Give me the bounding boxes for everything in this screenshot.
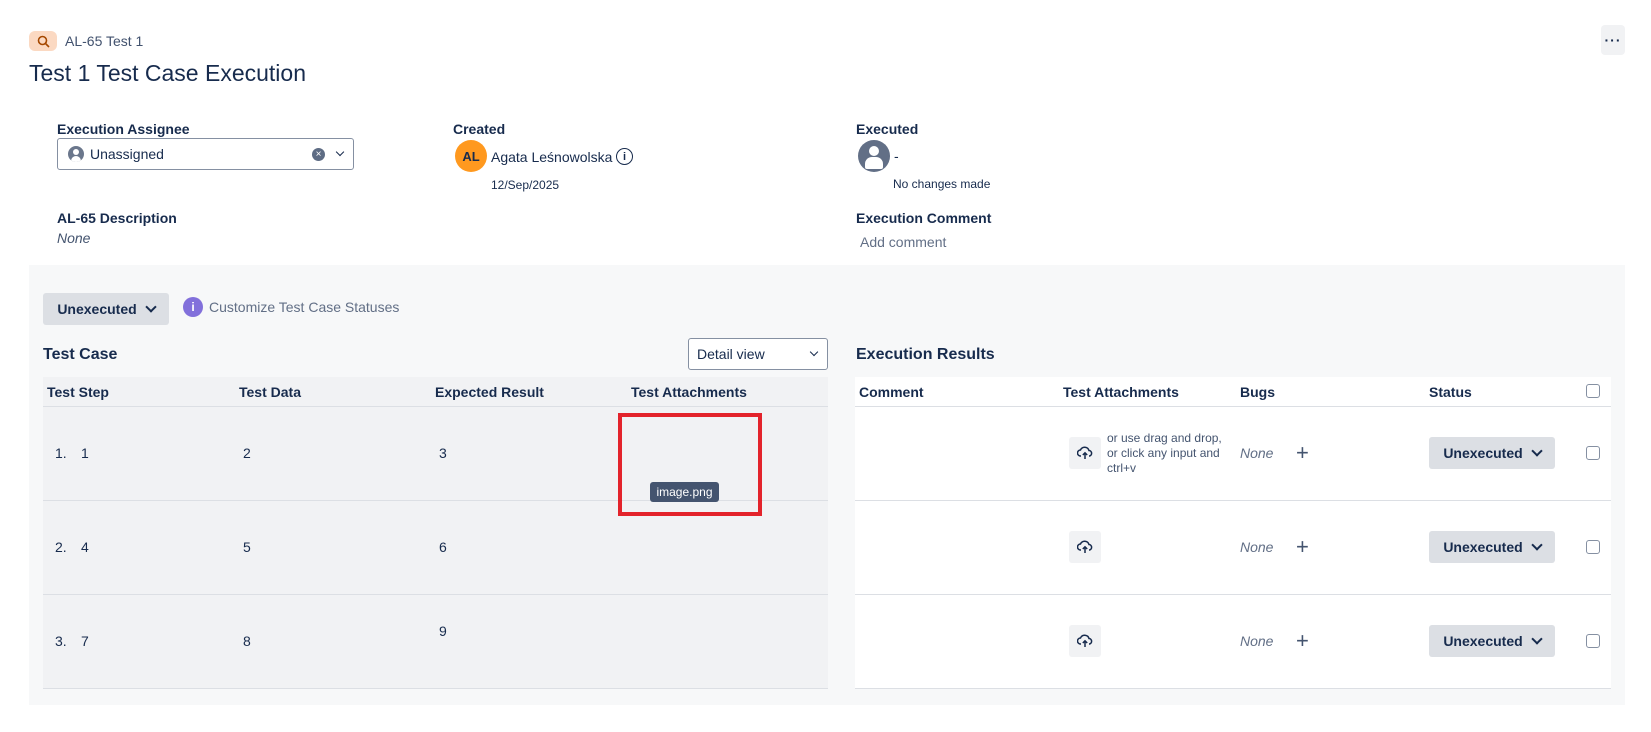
more-actions-button[interactable]: ··· (1601, 25, 1625, 55)
assignee-select[interactable]: Unassigned × (57, 138, 354, 170)
row-checkbox[interactable] (1586, 634, 1600, 648)
column-header: Test Attachments (1063, 384, 1179, 400)
bugs-value: None (1240, 539, 1274, 555)
upload-button[interactable] (1069, 625, 1101, 657)
column-header: Expected Result (435, 384, 544, 400)
executed-note: No changes made (893, 177, 991, 191)
column-header: Test Data (239, 384, 301, 400)
avatar (858, 140, 890, 172)
bugs-value: None (1240, 633, 1274, 649)
expected-result-cell[interactable]: 9 (439, 623, 447, 639)
step-status-button[interactable]: Unexecuted (1429, 625, 1555, 657)
created-date: 12/Sep/2025 (491, 178, 560, 192)
test-step-cell[interactable]: 1 (81, 445, 89, 461)
step-number: 1. (55, 445, 67, 461)
chevron-down-icon (1531, 633, 1543, 645)
created-label: Created (453, 121, 506, 137)
more-icon: ··· (1604, 32, 1622, 48)
add-comment-input[interactable]: Add comment (860, 234, 946, 250)
test-step-cell[interactable]: 4 (81, 539, 89, 555)
overall-status-label: Unexecuted (57, 301, 137, 317)
avatar[interactable]: AL (455, 140, 487, 172)
chevron-down-icon (1531, 539, 1543, 551)
bugs-value: None (1240, 445, 1274, 461)
row-checkbox[interactable] (1586, 446, 1600, 460)
execution-comment-label: Execution Comment (856, 210, 992, 226)
step-status-button[interactable]: Unexecuted (1429, 531, 1555, 563)
assignee-value: Unassigned (90, 146, 164, 162)
clear-icon[interactable]: × (312, 147, 325, 161)
drop-hint: or use drag and drop, or click any input… (1107, 431, 1222, 475)
cloud-upload-icon (1077, 446, 1093, 459)
step-status-label: Unexecuted (1443, 633, 1523, 649)
step-number: 3. (55, 633, 67, 649)
page-title: Test 1 Test Case Execution (29, 60, 306, 86)
column-header: Comment (859, 384, 924, 400)
upload-button[interactable] (1069, 437, 1101, 469)
execution-results-title: Execution Results (856, 346, 995, 363)
expected-result-cell[interactable]: 3 (439, 445, 447, 461)
add-bug-button[interactable]: + (1296, 536, 1309, 558)
customize-statuses-link[interactable]: Customize Test Case Statuses (209, 299, 399, 315)
upload-button[interactable] (1069, 531, 1101, 563)
description-label: AL-65 Description (57, 210, 177, 226)
step-status-button[interactable]: Unexecuted (1429, 437, 1555, 469)
view-select-value: Detail view (697, 346, 765, 362)
table-row[interactable]: None + Unexecuted (855, 501, 1611, 595)
test-case-title: Test Case (43, 346, 118, 363)
column-header: Test Attachments (631, 384, 747, 400)
step-status-label: Unexecuted (1443, 445, 1523, 461)
column-header: Test Step (47, 384, 109, 400)
test-data-cell[interactable]: 8 (243, 633, 251, 649)
overall-status-button[interactable]: Unexecuted (43, 293, 169, 325)
cloud-upload-icon (1077, 540, 1093, 553)
creator-name[interactable]: Agata Leśnowolska (491, 149, 612, 165)
table-header: Test Step Test Data Expected Result Test… (43, 377, 828, 407)
test-data-cell[interactable]: 5 (243, 539, 251, 555)
issue-type-badge[interactable] (29, 31, 57, 51)
cloud-upload-icon (1077, 634, 1093, 647)
table-row[interactable]: or use drag and drop, or click any input… (855, 407, 1611, 501)
table-row[interactable]: None + Unexecuted (855, 595, 1611, 689)
add-bug-button[interactable]: + (1296, 442, 1309, 464)
column-header: Bugs (1240, 384, 1275, 400)
table-row[interactable]: 3. 7 8 9 (43, 595, 828, 689)
info-icon[interactable]: i (183, 297, 203, 317)
step-number: 2. (55, 539, 67, 555)
executed-label: Executed (856, 121, 919, 137)
test-data-cell[interactable]: 2 (243, 445, 251, 461)
assignee-label: Execution Assignee (57, 121, 190, 137)
column-header: Status (1429, 384, 1472, 400)
step-status-label: Unexecuted (1443, 539, 1523, 555)
expected-result-cell[interactable]: 6 (439, 539, 447, 555)
select-all-checkbox[interactable] (1586, 384, 1600, 398)
executed-value: - (894, 148, 899, 164)
table-header: Comment Test Attachments Bugs Status (855, 377, 1611, 407)
execution-results-table: Comment Test Attachments Bugs Status or … (855, 377, 1611, 689)
view-select[interactable]: Detail view (688, 338, 828, 370)
issue-key-link[interactable]: AL-65 Test 1 (65, 33, 143, 49)
chevron-down-icon[interactable] (335, 147, 345, 157)
test-step-cell[interactable]: 7 (81, 633, 89, 649)
info-icon[interactable]: i (616, 148, 633, 165)
row-checkbox[interactable] (1586, 540, 1600, 554)
attachment-tooltip[interactable]: image.png (650, 482, 719, 502)
chevron-down-icon (1531, 445, 1543, 457)
chevron-down-icon (145, 301, 157, 313)
user-icon (68, 146, 84, 162)
add-bug-button[interactable]: + (1296, 630, 1309, 652)
description-value[interactable]: None (57, 230, 90, 246)
chevron-down-icon (809, 347, 819, 357)
search-icon (37, 35, 50, 48)
